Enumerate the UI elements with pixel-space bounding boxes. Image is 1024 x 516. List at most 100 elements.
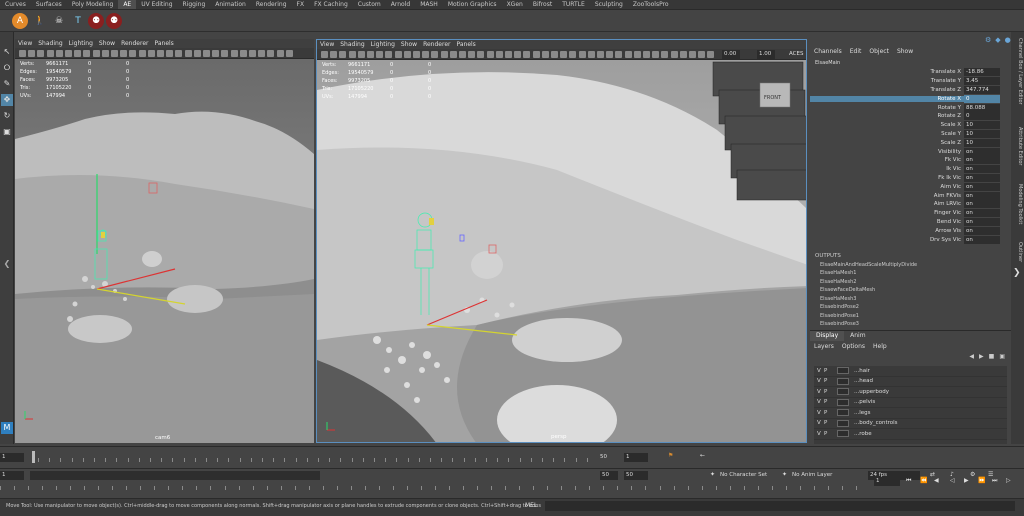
play-icon[interactable]: ▶: [964, 477, 969, 484]
attribute-row[interactable]: Scale Z 10: [810, 138, 1011, 147]
output-node[interactable]: ElsaeHaMesh1: [810, 269, 1011, 278]
t-pose-icon[interactable]: T: [70, 13, 86, 29]
viewport-tool-icon[interactable]: [541, 51, 549, 58]
attribute-value[interactable]: on: [964, 165, 1000, 174]
layer-visibility-toggle[interactable]: V: [814, 368, 824, 374]
viewport-tool-icon[interactable]: [578, 51, 586, 58]
tab-attribute-editor[interactable]: Attribute Editor: [1012, 127, 1023, 165]
move-layer-up-icon[interactable]: ◀: [969, 353, 974, 360]
viewport-tool-icon[interactable]: [587, 51, 595, 58]
viewport-tool-icon[interactable]: [376, 51, 384, 58]
attribute-row[interactable]: Aim FKVis on: [810, 191, 1011, 200]
layer-playback-toggle[interactable]: P: [824, 410, 834, 416]
shelf-tab[interactable]: Rigging: [178, 0, 211, 9]
time-slider[interactable]: 1 50 1 ⚑ ←: [0, 446, 1024, 468]
attribute-row[interactable]: Translate X -18.86: [810, 68, 1011, 77]
layer-visibility-toggle[interactable]: V: [814, 410, 824, 416]
channel-box-menu-item[interactable]: Show: [893, 45, 917, 59]
select-tool-icon[interactable]: ↖: [1, 46, 13, 58]
go-to-end-icon[interactable]: ⏭: [992, 477, 997, 485]
mel-label[interactable]: MEL: [525, 502, 537, 509]
step-back-icon[interactable]: ◀: [934, 477, 939, 484]
output-node[interactable]: ElsaeHaMesh2: [810, 278, 1011, 287]
viewport-menu-item[interactable]: Lighting: [368, 40, 398, 49]
attribute-row[interactable]: Fk Ik Vic on: [810, 173, 1011, 183]
layer-name[interactable]: ...upperbody: [852, 389, 889, 395]
attribute-value[interactable]: on: [964, 226, 1000, 235]
layer-playback-toggle[interactable]: P: [824, 420, 834, 426]
move-layer-down-icon[interactable]: ▶: [979, 353, 984, 360]
viewport-tool-icon[interactable]: [46, 50, 54, 57]
play-back-icon[interactable]: ◁: [950, 477, 955, 484]
output-node[interactable]: ElsaebindPose2: [810, 303, 1011, 312]
viewport-tool-icon[interactable]: [138, 50, 146, 57]
paint-tool-icon[interactable]: ✎: [1, 78, 13, 90]
attribute-value[interactable]: on: [964, 156, 1000, 165]
layer-row[interactable]: V P ...upperbody: [814, 387, 1007, 398]
viewport-tool-icon[interactable]: [330, 51, 338, 58]
human-figure-icon[interactable]: 🚶: [32, 13, 48, 29]
attribute-name[interactable]: Translate X: [810, 69, 964, 75]
shelf-tab[interactable]: Sculpting: [590, 0, 628, 9]
viewport-menu-item[interactable]: Shading: [337, 40, 367, 49]
attribute-value[interactable]: on: [964, 217, 1000, 226]
layer-color-swatch[interactable]: [837, 430, 849, 438]
shelf-tab[interactable]: AE: [118, 0, 137, 9]
shelf-tab[interactable]: FX: [292, 0, 310, 9]
layer-row[interactable]: V P ...body_controls: [814, 419, 1007, 429]
viewport-menu-item[interactable]: View: [317, 40, 337, 49]
viewport-tool-icon[interactable]: [267, 50, 275, 57]
attribute-value[interactable]: on: [964, 200, 1000, 209]
output-node[interactable]: ElsaebindPose1: [810, 312, 1011, 321]
attribute-name[interactable]: Translate Y: [810, 78, 964, 84]
layer-visibility-toggle[interactable]: V: [814, 378, 824, 384]
attribute-row[interactable]: Rotate Y 88.088: [810, 103, 1011, 112]
viewport-tool-icon[interactable]: [19, 50, 26, 57]
shelf-tab[interactable]: Bifrost: [528, 0, 557, 9]
attribute-name[interactable]: Aim Vic: [810, 184, 964, 190]
shelf-tab[interactable]: Curves: [0, 0, 31, 9]
viewport-tool-icon[interactable]: [486, 51, 494, 58]
layer-row[interactable]: V P ...hair: [814, 366, 1007, 377]
attribute-value[interactable]: on: [964, 209, 1000, 218]
viewport-tool-icon[interactable]: [65, 50, 72, 57]
attribute-name[interactable]: Visibility: [810, 149, 964, 155]
expand-arrow-icon[interactable]: ❯: [1013, 268, 1021, 278]
viewport-tool-icon[interactable]: [633, 51, 641, 58]
current-time-marker[interactable]: [32, 451, 35, 463]
viewport-tool-icon[interactable]: [129, 50, 137, 57]
viewport-tool-icon[interactable]: [193, 50, 201, 57]
attribute-name[interactable]: Rotate Z: [810, 113, 964, 119]
layer-editor-tab[interactable]: Display: [810, 331, 845, 341]
viewport-tool-icon[interactable]: [569, 51, 577, 58]
output-node[interactable]: ElsaewFaceDeltaMesh: [810, 286, 1011, 295]
tab-modeling-toolkit[interactable]: Modeling Toolkit: [1012, 184, 1023, 224]
attribute-row[interactable]: Drv Sys Vic on: [810, 235, 1011, 244]
viewport-tool-icon[interactable]: [367, 51, 374, 58]
channel-box-menu-item[interactable]: Channels: [810, 45, 846, 59]
layer-visibility-toggle[interactable]: V: [814, 420, 824, 426]
viewport-tool-icon[interactable]: [477, 51, 485, 58]
layer-visibility-toggle[interactable]: V: [814, 389, 824, 395]
viewport-tool-icon[interactable]: [560, 51, 568, 58]
viewport-menu-item[interactable]: Panels: [453, 40, 478, 49]
layer-editor-menu-item[interactable]: Help: [869, 341, 891, 352]
attribute-value[interactable]: on: [964, 173, 1000, 182]
layer-color-swatch[interactable]: [837, 419, 849, 427]
shelf-tab[interactable]: UV Editing: [136, 0, 177, 9]
layer-visibility-toggle[interactable]: V: [814, 431, 824, 437]
key-icon[interactable]: ●: [1005, 36, 1011, 44]
shelf-tab[interactable]: Motion Graphics: [443, 0, 502, 9]
shelf-tab[interactable]: TURTLE: [557, 0, 590, 9]
viewport-tool-icon[interactable]: [285, 50, 293, 57]
layer-name[interactable]: ...body_controls: [852, 420, 898, 426]
shelf-tab[interactable]: Custom: [353, 0, 386, 9]
viewport-menu-item[interactable]: Lighting: [66, 39, 96, 48]
attribute-value[interactable]: 347.774: [964, 85, 1000, 94]
viewport-tool-icon[interactable]: [459, 51, 466, 58]
exposure-field[interactable]: 0.00: [722, 50, 740, 59]
viewport-tool-icon[interactable]: [357, 51, 365, 58]
layer-playback-toggle[interactable]: P: [824, 368, 834, 374]
settings-icon[interactable]: ⚙: [985, 36, 991, 44]
viewport-tool-icon[interactable]: [83, 50, 91, 57]
